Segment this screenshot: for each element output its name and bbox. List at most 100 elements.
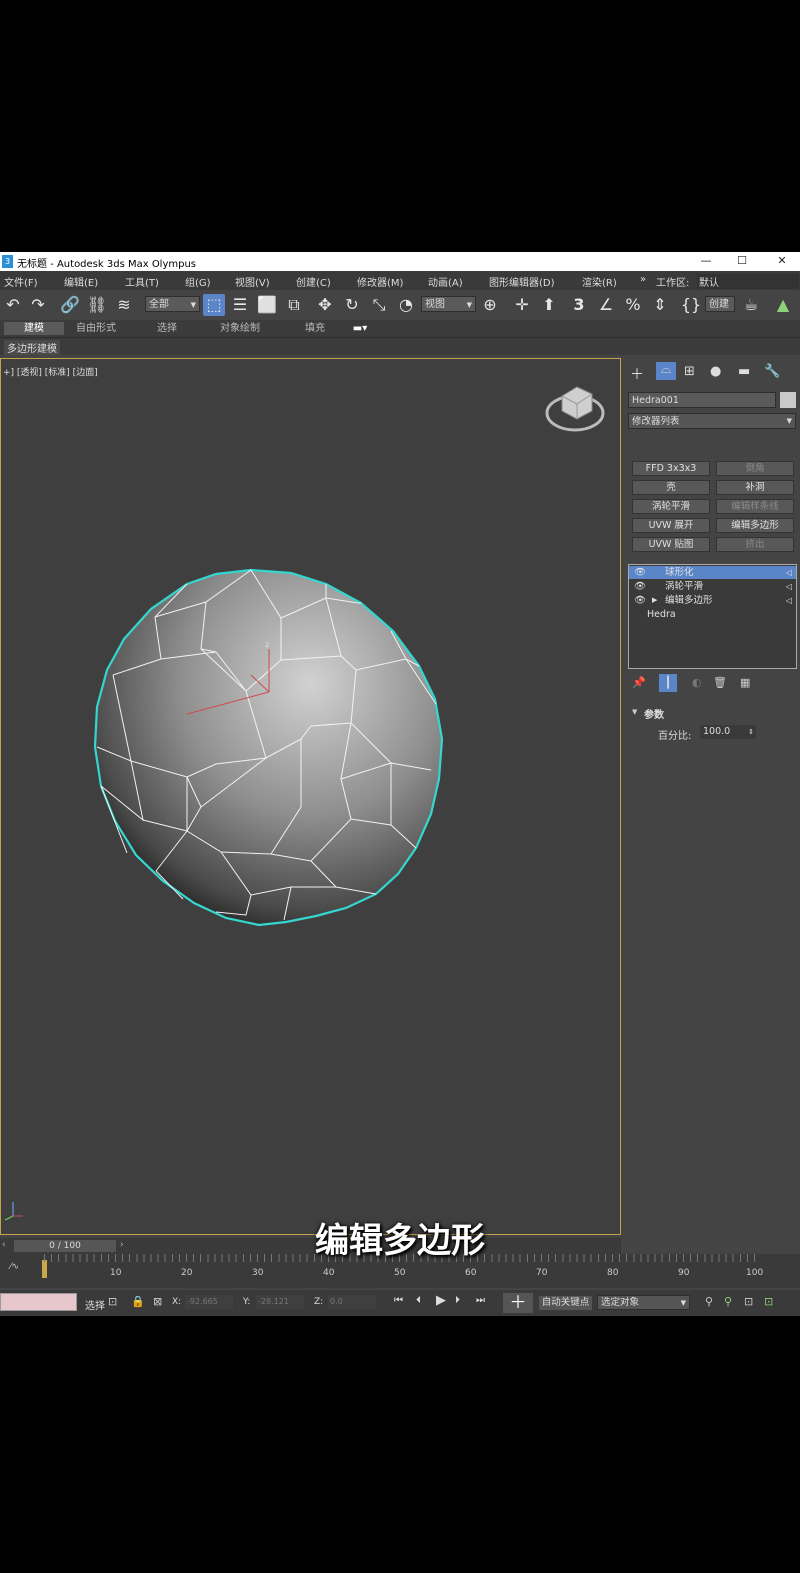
tab-freeform[interactable]: 自由形式 — [66, 322, 126, 335]
shell-button[interactable]: 壳 — [632, 480, 710, 495]
tab-modeling[interactable]: 建模 — [4, 322, 64, 335]
stack-item-spherify[interactable]: 👁 球形化 ◁ — [629, 566, 796, 579]
perspective-viewport[interactable]: +] [透视] [标准] [边面] z — [0, 358, 621, 1235]
remove-modifier-icon[interactable]: 🗑 — [713, 676, 727, 689]
previous-frame-icon[interactable]: ⏴ — [416, 1295, 421, 1306]
bind-spacewarp-icon[interactable]: ≋ — [113, 294, 135, 316]
rotate-icon[interactable]: ↻ — [341, 294, 363, 316]
key-filter-dropdown[interactable]: 选定对象 ▼ — [597, 1295, 690, 1310]
show-end-result-icon[interactable]: ┃ — [659, 674, 677, 692]
hierarchy-tab-icon[interactable]: ⊞ — [684, 364, 695, 379]
workspace-dropdown[interactable]: 默认 — [697, 274, 799, 289]
expand-arrow-icon[interactable]: ▶ — [652, 594, 657, 607]
extrude-button[interactable]: 挤出 — [716, 537, 794, 552]
ribbon-options-icon[interactable]: ▬▾ — [350, 322, 370, 335]
move-icon[interactable]: ✥ — [314, 294, 336, 316]
link-icon[interactable]: 🔗 — [59, 294, 81, 316]
current-frame-marker[interactable] — [42, 1260, 47, 1278]
go-to-end-icon[interactable]: ⏭ — [476, 1295, 485, 1306]
select-object-icon[interactable]: ⬚ — [203, 294, 225, 316]
y-coordinate-field[interactable]: -28.121 — [256, 1295, 304, 1309]
rollout-collapse-icon[interactable]: ▼ — [632, 708, 637, 716]
cap-holes-button[interactable]: 补洞 — [716, 480, 794, 495]
rectangular-region-icon[interactable]: ⬜ — [256, 294, 278, 316]
percent-spinner[interactable]: 100.0 ⇕ — [700, 725, 756, 739]
edit-named-selection-icon[interactable]: {} — [680, 294, 702, 316]
unlink-icon[interactable]: ⛓ — [86, 294, 108, 316]
pin-stack-icon[interactable]: 📌 — [632, 676, 646, 689]
menu-graph-editors[interactable]: 图形编辑器(D) — [489, 274, 555, 289]
uvw-unwrap-button[interactable]: UVW 展开 — [632, 518, 710, 533]
zoom-icon[interactable]: ⚲ — [705, 1295, 713, 1308]
object-color-swatch[interactable] — [780, 392, 796, 408]
minimize-button[interactable]: — — [697, 253, 715, 269]
polygon-modeling-panel[interactable]: 多边形建模 — [4, 340, 60, 355]
redo-icon[interactable]: ↷ — [27, 294, 49, 316]
turbosmooth-button[interactable]: 涡轮平滑 — [632, 499, 710, 514]
angle-snap-icon[interactable]: ∠ — [595, 294, 617, 316]
zoom-extents-all-icon[interactable]: ⊡ — [764, 1295, 773, 1308]
menu-tools[interactable]: 工具(T) — [125, 274, 159, 289]
set-key-icon[interactable]: ＋ — [503, 1293, 533, 1313]
selection-filter-dropdown[interactable]: 全部 ▼ — [145, 296, 200, 312]
curve-editor-icon[interactable]: ⁄∿ — [10, 1262, 19, 1272]
selection-lock-icon[interactable]: 🔒 — [131, 1295, 145, 1308]
stack-item-hedra[interactable]: Hedra — [629, 608, 796, 621]
utilities-tab-icon[interactable]: 🔧 — [764, 364, 780, 379]
edit-spline-button[interactable]: 编辑样条线 — [716, 499, 794, 514]
menu-animation[interactable]: 动画(A) — [428, 274, 463, 289]
play-icon[interactable]: ▶ — [436, 1293, 446, 1308]
pivot-center-icon[interactable]: ⊕ — [479, 294, 501, 316]
zoom-all-icon[interactable]: ⚲ — [724, 1295, 732, 1308]
object-name-field[interactable]: Hedra001 — [628, 392, 776, 408]
spinner-snap-icon[interactable]: ⇕ — [649, 294, 671, 316]
menu-create[interactable]: 创建(C) — [296, 274, 331, 289]
configure-sets-icon[interactable]: ▦ — [740, 676, 750, 689]
edit-poly-button[interactable]: 编辑多边形 — [716, 518, 794, 533]
modify-tab-icon[interactable]: ⌓ — [656, 362, 676, 380]
uvw-map-button[interactable]: UVW 贴图 — [632, 537, 710, 552]
make-unique-icon[interactable]: ◐ — [692, 676, 702, 689]
hedra-object[interactable]: z — [93, 568, 444, 927]
menu-modifiers[interactable]: 修改器(M) — [357, 274, 403, 289]
create-tab-icon[interactable]: ＋ — [630, 364, 644, 384]
viewcube-icon[interactable] — [545, 386, 605, 432]
ref-coord-dropdown[interactable]: 视图 ▼ — [421, 296, 476, 312]
menu-group[interactable]: 组(G) — [185, 274, 211, 289]
next-frame-icon[interactable]: ⏵ — [455, 1295, 460, 1306]
auto-key-button[interactable]: 自动关键点 — [539, 1296, 592, 1310]
eye-icon[interactable]: 👁 — [634, 566, 646, 579]
percent-snap-icon[interactable]: % — [622, 294, 644, 316]
select-by-name-icon[interactable]: ☰ — [229, 294, 251, 316]
eye-icon[interactable]: 👁 — [634, 594, 646, 607]
tab-populate[interactable]: 填充 — [285, 322, 345, 335]
motion-tab-icon[interactable]: ● — [710, 364, 721, 379]
maximize-button[interactable]: ☐ — [733, 253, 751, 269]
spinner-arrows-icon[interactable]: ⇕ — [748, 725, 754, 739]
z-coordinate-field[interactable]: 0.0 — [328, 1295, 376, 1309]
scale-icon[interactable]: ⤡ — [368, 294, 390, 316]
named-selection-set-dropdown[interactable]: 创建 — [705, 296, 735, 312]
menu-views[interactable]: 视图(V) — [235, 274, 270, 289]
teapot-render-icon[interactable]: ☕ — [740, 294, 762, 316]
go-to-start-icon[interactable]: ⏮ — [394, 1295, 403, 1306]
isolate-selection-icon[interactable]: ⊡ — [108, 1295, 117, 1308]
window-crossing-icon[interactable]: ⧉ — [283, 294, 305, 316]
menu-more[interactable]: » — [640, 274, 646, 285]
place-icon[interactable]: ◔ — [395, 294, 417, 316]
params-rollout-title[interactable]: 参数 — [644, 706, 664, 721]
stack-item-edit-poly[interactable]: 👁 ▶ 编辑多边形 ◁ — [629, 594, 796, 607]
menu-file[interactable]: 文件(F) — [4, 274, 38, 289]
select-manipulate-icon[interactable]: ✛ — [511, 294, 533, 316]
stack-item-turbosmooth[interactable]: 👁 涡轮平滑 ◁ — [629, 580, 796, 593]
bevel-button[interactable]: 倒角 — [716, 461, 794, 476]
modifier-list-dropdown[interactable]: 修改器列表 ▼ — [628, 413, 796, 429]
scene-explorer-icon[interactable]: ▲ — [772, 294, 794, 316]
maxscript-listener-field[interactable] — [0, 1293, 77, 1311]
display-tab-icon[interactable]: ▬ — [738, 364, 750, 379]
keyboard-shortcut-icon[interactable]: ⬆ — [538, 294, 560, 316]
menu-edit[interactable]: 编辑(E) — [64, 274, 98, 289]
close-button[interactable]: ✕ — [773, 253, 791, 269]
menu-rendering[interactable]: 渲染(R) — [582, 274, 617, 289]
x-coordinate-field[interactable]: -92.665 — [185, 1295, 233, 1309]
